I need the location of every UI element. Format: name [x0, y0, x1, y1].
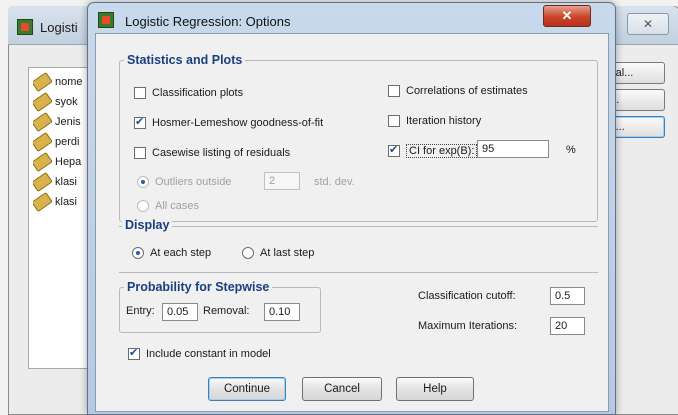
outliers-outside-option[interactable]: Outliers outside [137, 176, 231, 188]
scale-variable-icon [33, 92, 53, 112]
removal-field[interactable]: 0.10 [264, 303, 300, 321]
list-item[interactable]: syok [33, 92, 89, 112]
removal-label: Removal: [203, 305, 250, 317]
at-each-step-radio[interactable] [132, 247, 144, 259]
include-constant-checkbox[interactable] [128, 346, 140, 360]
scale-variable-icon [33, 132, 53, 152]
display-legend: Display [122, 218, 173, 232]
include-constant-option[interactable]: Include constant in model [128, 346, 271, 360]
outliers-outside-radio[interactable] [137, 176, 149, 188]
maximum-iterations-label: Maximum Iterations: [418, 320, 518, 332]
continue-button[interactable]: Continue [208, 377, 286, 401]
spss-app-icon [17, 19, 33, 35]
list-item[interactable]: klasi [33, 172, 89, 192]
classification-cutoff-field[interactable]: 0.5 [550, 287, 585, 305]
entry-field[interactable]: 0.05 [162, 303, 198, 321]
entry-label: Entry: [126, 305, 155, 317]
probability-for-stepwise-legend: Probability for Stepwise [124, 280, 273, 294]
casewise-listing-checkbox[interactable] [134, 147, 146, 159]
list-item[interactable]: Jenis [33, 112, 89, 132]
spss-app-icon [98, 12, 114, 28]
ci-for-exp-checkbox[interactable] [388, 143, 400, 157]
ci-for-exp-option[interactable]: CI for exp(B): [388, 143, 478, 158]
scale-variable-icon [33, 152, 53, 172]
close-icon[interactable]: ✕ [543, 5, 591, 27]
list-item[interactable]: Hepa [33, 152, 89, 172]
correlations-option[interactable]: Correlations of estimates [388, 85, 528, 97]
outliers-std-dev-field[interactable]: 2 [264, 172, 300, 190]
scale-variable-icon [33, 112, 53, 132]
statistics-and-plots-legend: Statistics and Plots [124, 53, 246, 67]
all-cases-radio[interactable] [137, 200, 149, 212]
iteration-history-checkbox[interactable] [388, 115, 400, 127]
scale-variable-icon [33, 72, 53, 92]
ci-level-field[interactable]: 95 [477, 140, 549, 158]
background-close-icon[interactable]: ✕ [627, 13, 669, 35]
iteration-history-option[interactable]: Iteration history [388, 115, 481, 127]
maximum-iterations-field[interactable]: 20 [550, 317, 585, 335]
std-dev-unit-label: std. dev. [314, 176, 355, 188]
cancel-button[interactable]: Cancel [302, 377, 382, 401]
all-cases-option[interactable]: All cases [137, 200, 199, 212]
list-item[interactable]: nome [33, 72, 89, 92]
hosmer-lemeshow-option[interactable]: Hosmer-Lemeshow goodness-of-fit [134, 115, 323, 129]
casewise-listing-option[interactable]: Casewise listing of residuals [134, 147, 290, 159]
list-item[interactable]: perdi [33, 132, 89, 152]
list-item[interactable]: klasi [33, 192, 89, 212]
classification-plots-checkbox[interactable] [134, 87, 146, 99]
at-each-step-option[interactable]: At each step [132, 247, 211, 259]
variable-list[interactable]: nome syok Jenis perdi Hepa klasi klasi [28, 67, 92, 369]
scale-variable-icon [33, 192, 53, 212]
classification-plots-option[interactable]: Classification plots [134, 87, 243, 99]
classification-cutoff-label: Classification cutoff: [418, 290, 516, 302]
at-last-step-option[interactable]: At last step [242, 247, 314, 259]
background-window-title: Logisti [40, 20, 78, 35]
help-button[interactable]: Help [396, 377, 474, 401]
correlations-checkbox[interactable] [388, 85, 400, 97]
percent-unit-label: % [566, 144, 576, 156]
dialog-title: Logistic Regression: Options [125, 14, 291, 29]
at-last-step-radio[interactable] [242, 247, 254, 259]
scale-variable-icon [33, 172, 53, 192]
hosmer-lemeshow-checkbox[interactable] [134, 115, 146, 129]
